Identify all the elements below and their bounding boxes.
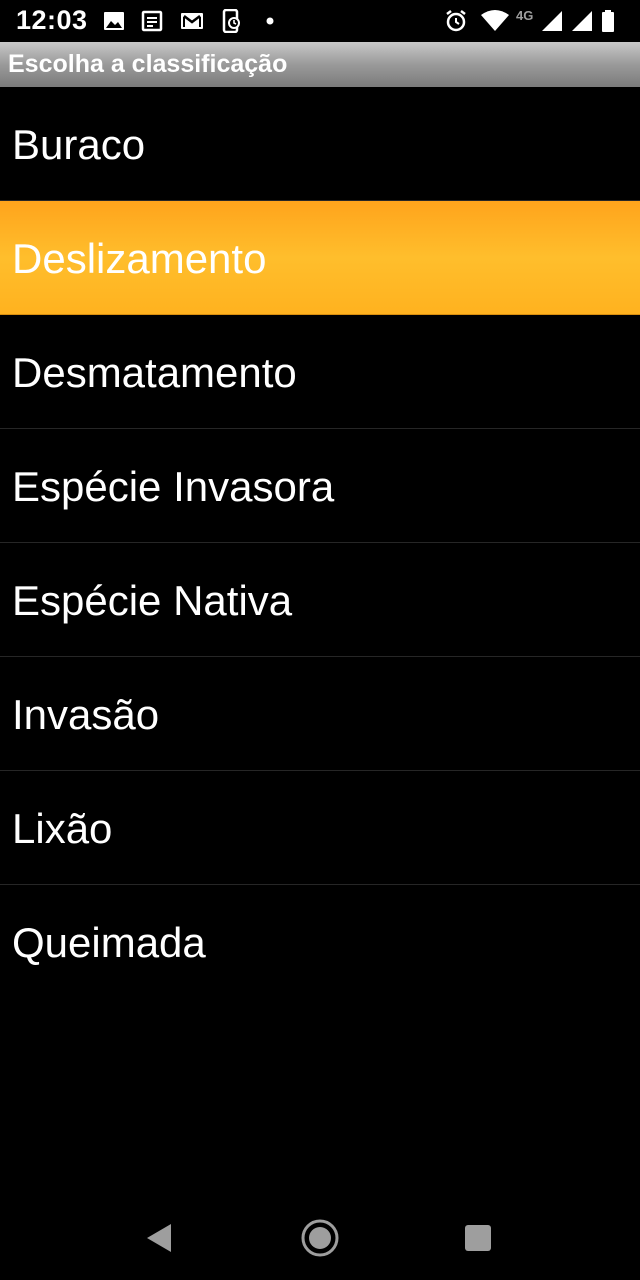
list-item-deslizamento[interactable]: Deslizamento bbox=[0, 201, 640, 315]
dialog-title: Escolha a classificação bbox=[8, 50, 288, 78]
list-item-desmatamento[interactable]: Desmatamento bbox=[0, 315, 640, 429]
list-item-label: Queimada bbox=[12, 919, 206, 966]
list-item-especie-nativa[interactable]: Espécie Nativa bbox=[0, 543, 640, 657]
recents-icon[interactable] bbox=[456, 1216, 500, 1260]
list-item-invasao[interactable]: Invasão bbox=[0, 657, 640, 771]
dot-icon bbox=[258, 9, 282, 33]
screen: 12:03 4G Escolha a classificação Buraco … bbox=[0, 0, 640, 1280]
list-item-label: Lixão bbox=[12, 805, 113, 852]
list-item-queimada[interactable]: Queimada bbox=[0, 885, 640, 999]
list-item-label: Espécie Invasora bbox=[12, 463, 335, 510]
navigation-bar bbox=[0, 1192, 640, 1280]
list-item-buraco[interactable]: Buraco bbox=[0, 87, 640, 201]
list-item-label: Espécie Nativa bbox=[12, 577, 293, 624]
gmail-icon bbox=[180, 9, 204, 33]
phone-sync-icon bbox=[220, 9, 244, 33]
back-icon[interactable] bbox=[138, 1216, 182, 1260]
status-time: 12:03 bbox=[16, 5, 88, 35]
list-item-label: Buraco bbox=[12, 121, 146, 168]
home-icon[interactable] bbox=[298, 1216, 342, 1260]
list-item-label: Desmatamento bbox=[12, 349, 297, 396]
wifi-icon bbox=[480, 9, 510, 33]
dialog-title-bar: Escolha a classificação bbox=[0, 42, 640, 87]
status-bar: 12:03 4G bbox=[0, 0, 640, 42]
list-item-label: Deslizamento bbox=[12, 235, 267, 282]
alarm-icon bbox=[444, 9, 468, 33]
cell-signal-icon bbox=[540, 9, 564, 33]
news-icon bbox=[140, 9, 164, 33]
image-icon bbox=[102, 9, 126, 33]
battery-icon bbox=[600, 9, 616, 33]
cell-signal-icon bbox=[570, 9, 594, 33]
classification-list: Buraco Deslizamento Desmatamento Espécie… bbox=[0, 87, 640, 999]
list-item-label: Invasão bbox=[12, 691, 160, 738]
list-item-lixao[interactable]: Lixão bbox=[0, 771, 640, 885]
network-type-label: 4G bbox=[516, 8, 534, 23]
list-item-especie-invasora[interactable]: Espécie Invasora bbox=[0, 429, 640, 543]
